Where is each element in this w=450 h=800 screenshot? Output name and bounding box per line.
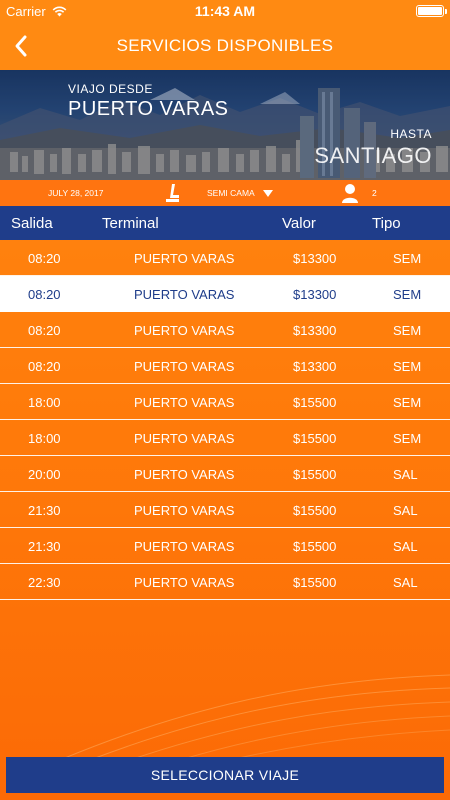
service-row[interactable]: 08:20 PUERTO VARAS $13300 SEM <box>0 276 450 312</box>
services-table-header: Salida Terminal Valor Tipo <box>0 206 450 240</box>
service-row[interactable]: 08:20 PUERTO VARAS $13300 SEM <box>0 240 450 276</box>
terminal-name: PUERTO VARAS <box>134 251 235 266</box>
service-row[interactable]: 08:20 PUERTO VARAS $13300 SEM <box>0 312 450 348</box>
travel-date: JULY 28, 2017 <box>48 188 104 198</box>
decorative-swoosh <box>59 674 450 760</box>
nav-header: SERVICIOS DISPONIBLES <box>0 22 450 70</box>
departure-time: 08:20 <box>28 323 61 338</box>
battery-level <box>418 7 442 15</box>
service-row[interactable]: 08:20 PUERTO VARAS $13300 SEM <box>0 348 450 384</box>
status-bar: Carrier 11:43 AM <box>0 0 450 22</box>
status-time: 11:43 AM <box>194 3 256 19</box>
service-type: SEM <box>393 287 422 302</box>
departure-time: 21:30 <box>28 503 61 518</box>
service-row[interactable]: 21:30 PUERTO VARAS $15500 SAL <box>0 528 450 564</box>
departure-time: 20:00 <box>28 467 61 482</box>
battery-icon <box>416 5 447 17</box>
wifi-icon <box>52 6 67 16</box>
page-title: SERVICIOS DISPONIBLES <box>116 36 334 55</box>
terminal-name: PUERTO VARAS <box>134 323 235 338</box>
fare-price: $13300 <box>293 287 337 302</box>
fare-price: $13300 <box>293 359 337 374</box>
service-type: SAL <box>393 503 418 518</box>
origin-city: PUERTO VARAS <box>68 98 229 120</box>
service-type: SEM <box>393 251 422 266</box>
origin-label: VIAJO DESDE <box>68 82 153 96</box>
service-type: SAL <box>393 467 418 482</box>
terminal-name: PUERTO VARAS <box>134 359 235 374</box>
departure-time: 18:00 <box>28 431 61 446</box>
terminal-name: PUERTO VARAS <box>134 431 235 446</box>
carrier-label: Carrier <box>6 3 46 19</box>
service-type: SAL <box>393 539 418 554</box>
select-trip-button[interactable]: SELECCIONAR VIAJE <box>6 757 444 793</box>
departure-time: 08:20 <box>28 287 61 302</box>
terminal-name: PUERTO VARAS <box>134 539 235 554</box>
fare-price: $15500 <box>293 431 337 446</box>
fare-price: $15500 <box>293 503 337 518</box>
service-row[interactable]: 20:00 PUERTO VARAS $15500 SAL <box>0 456 450 492</box>
services-list: 08:20 PUERTO VARAS $13300 SEM 08:20 PUER… <box>0 240 450 600</box>
fare-price: $15500 <box>293 467 337 482</box>
column-header-salida: Salida <box>11 215 53 232</box>
departure-time: 08:20 <box>28 359 61 374</box>
trip-info-bar: JULY 28, 2017 SEMI CAMA 2 <box>0 180 450 206</box>
departure-time: 21:30 <box>28 539 61 554</box>
fare-price: $15500 <box>293 539 337 554</box>
terminal-name: PUERTO VARAS <box>134 467 235 482</box>
fare-price: $13300 <box>293 323 337 338</box>
fare-price: $15500 <box>293 575 337 590</box>
seat-icon <box>166 184 179 202</box>
service-type: SEM <box>393 431 422 446</box>
service-type: SEM <box>393 395 422 410</box>
terminal-name: PUERTO VARAS <box>134 503 235 518</box>
service-type: SEM <box>393 359 422 374</box>
service-row[interactable]: 22:30 PUERTO VARAS $15500 SAL <box>0 564 450 600</box>
status-left: Carrier <box>6 4 67 19</box>
terminal-name: PUERTO VARAS <box>134 287 235 302</box>
service-row[interactable]: 21:30 PUERTO VARAS $15500 SAL <box>0 492 450 528</box>
service-type: SEM <box>393 323 422 338</box>
departure-time: 18:00 <box>28 395 61 410</box>
terminal-name: PUERTO VARAS <box>134 395 235 410</box>
destination-label: HASTA <box>390 127 432 141</box>
chevron-down-icon[interactable] <box>263 190 273 197</box>
column-header-valor: Valor <box>282 215 316 232</box>
departure-time: 08:20 <box>28 251 61 266</box>
fare-price: $15500 <box>293 395 337 410</box>
column-header-terminal: Terminal <box>102 215 159 232</box>
person-icon <box>342 184 358 203</box>
passenger-count[interactable]: 2 <box>372 188 377 198</box>
chevron-left-icon[interactable] <box>8 32 36 60</box>
destination-city: SANTIAGO <box>314 143 432 168</box>
fare-price: $13300 <box>293 251 337 266</box>
column-header-tipo: Tipo <box>372 215 401 232</box>
service-type: SAL <box>393 575 418 590</box>
service-row[interactable]: 18:00 PUERTO VARAS $15500 SEM <box>0 384 450 420</box>
terminal-name: PUERTO VARAS <box>134 575 235 590</box>
route-banner: VIAJO DESDE PUERTO VARAS HASTA SANTIAGO <box>0 70 450 180</box>
departure-time: 22:30 <box>28 575 61 590</box>
service-row[interactable]: 18:00 PUERTO VARAS $15500 SEM <box>0 420 450 456</box>
seat-type-select[interactable]: SEMI CAMA <box>207 188 255 198</box>
